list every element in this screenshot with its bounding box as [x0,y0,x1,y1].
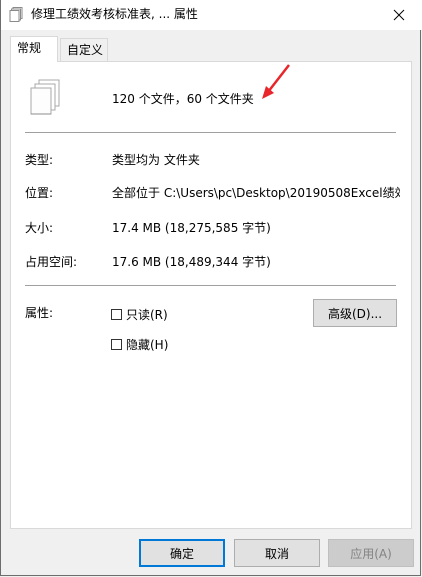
size-on-disk-value: 17.6 MB (18,489,344 字节) [112,255,271,269]
type-value: 类型均为 文件夹 [112,153,200,167]
advanced-button[interactable]: 高级(D)... [313,299,397,327]
checkbox-box[interactable] [111,339,122,350]
apply-button[interactable]: 应用(A) [328,539,414,567]
hidden-checkbox[interactable]: 隐藏(H) [111,336,168,353]
hidden-label: 隐藏(H) [126,338,169,352]
multiple-files-icon [30,79,60,115]
size-value: 17.4 MB (18,275,585 字节) [112,221,271,235]
separator [25,285,396,286]
selection-summary: 120 个文件，60 个文件夹 [112,92,254,106]
type-label: 类型: [25,153,54,167]
window-title: 修理工绩效考核标准表, ... 属性 [31,7,198,21]
ok-button[interactable]: 确定 [139,539,225,567]
location-value: 全部位于 C:\Users\pc\Desktop\20190508Excel绩效 [112,186,400,200]
general-panel: 120 个文件，60 个文件夹 类型: 类型均为 文件夹 位置: 全部位于 C:… [10,61,412,529]
size-on-disk-label: 占用空间: [25,255,78,269]
tab-general[interactable]: 常规 [10,36,58,62]
location-label: 位置: [25,186,54,200]
readonly-label: 只读(R) [126,308,168,322]
title-bar: 修理工绩效考核标准表, ... 属性 [1,0,422,30]
size-label: 大小: [25,221,54,235]
close-icon [393,9,405,21]
checkbox-box[interactable] [111,309,122,320]
close-button[interactable] [376,0,422,30]
separator [25,132,396,133]
attributes-label: 属性: [25,306,54,320]
readonly-checkbox[interactable]: 只读(R) [111,306,168,323]
red-arrow-icon [262,64,290,99]
files-icon [9,7,23,22]
cancel-button[interactable]: 取消 [234,539,320,567]
properties-dialog: 修理工绩效考核标准表, ... 属性 常规 自定义 120 个文件，60 个文件… [0,0,422,576]
tab-custom[interactable]: 自定义 [60,38,108,61]
